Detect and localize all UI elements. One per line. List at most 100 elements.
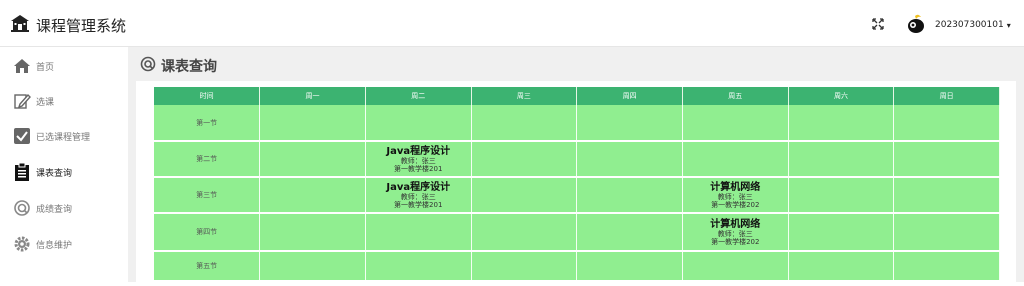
course-room: 第一教学楼201 (394, 164, 443, 173)
user-id: 202307300101 (935, 20, 1004, 30)
timetable-cell (682, 141, 789, 178)
timetable-cell (682, 251, 789, 282)
timetable-cell (682, 105, 789, 142)
course-teacher: 教师：张三 (717, 229, 753, 238)
main-content: 课表查询 时间 周一 周二 周三 周四 周五 周六 周日 第一节 第二节 Java程… (128, 47, 1024, 286)
course-cell[interactable]: 计算机网络 教师：张三 第一教学楼202 (682, 177, 789, 214)
course-name: Java程序设计 (386, 145, 451, 157)
timetable-cell (576, 141, 683, 178)
column-header: 周一 (259, 87, 366, 105)
timetable-cell (893, 141, 1000, 178)
app-title: 课程管理系统 (36, 16, 127, 35)
timetable-cell (365, 105, 472, 142)
table-row: 第三节 Java程序设计 教师：张三 第一教学楼201 计算机网络 教师：张三 第一教学楼2… (154, 177, 1000, 214)
column-header: 周二 (365, 87, 472, 105)
search-icon (12, 198, 32, 218)
page-title: 课表查询 (161, 59, 217, 75)
column-header: 周五 (682, 87, 789, 105)
course-room: 第一教学楼202 (711, 237, 760, 246)
time-slot-cell: 第三节 (154, 177, 261, 214)
clipboard-icon (12, 162, 32, 182)
home-icon (12, 56, 32, 76)
timetable-cell (788, 251, 895, 282)
column-header: 时间 (154, 87, 261, 105)
top-bar: 课程管理系统 202307300101 ▾ (0, 0, 1024, 47)
search-icon (140, 56, 156, 76)
course-room: 第一教学楼202 (711, 200, 760, 209)
sidebar-item-label: 课表查询 (36, 168, 73, 179)
course-name: 计算机网络 (710, 218, 761, 230)
timetable-cell (259, 177, 366, 214)
avatar (905, 12, 927, 38)
timetable-cell (893, 213, 1000, 252)
course-name: Java程序设计 (386, 181, 451, 193)
timetable: 时间 周一 周二 周三 周四 周五 周六 周日 第一节 第二节 Java程序设计 教师… (154, 87, 1000, 282)
timetable-body: 第一节 第二节 Java程序设计 教师：张三 第一教学楼201 第三节 Java程序设计 教师… (154, 105, 1000, 282)
course-teacher: 教师：张三 (400, 156, 436, 165)
table-row: 第二节 Java程序设计 教师：张三 第一教学楼201 (154, 141, 1000, 178)
timetable-cell (259, 105, 366, 142)
edit-icon (12, 91, 32, 111)
timetable-cell (471, 177, 578, 214)
sidebar-item-label: 选课 (36, 97, 55, 108)
sidebar-item-label: 已选课程管理 (36, 132, 91, 143)
course-cell[interactable]: Java程序设计 教师：张三 第一教学楼201 (365, 141, 472, 178)
table-row: 第五节 (154, 251, 1000, 282)
sidebar-item-label: 信息维护 (36, 240, 73, 251)
chevron-down-icon: ▾ (1006, 20, 1011, 30)
timetable-cell (576, 177, 683, 214)
timetable-cell (259, 251, 366, 282)
sidebar-item-selected-courses[interactable]: 已选课程管理 (12, 126, 90, 146)
timetable-cell (893, 105, 1000, 142)
sidebar: 首页 选课 已选课程管理 课表查询 成绩查询 信息维护 (0, 47, 128, 282)
time-slot-cell: 第二节 (154, 141, 261, 178)
timetable-cell (471, 105, 578, 142)
timetable-cell (576, 251, 683, 282)
page-header: 课表查询 (140, 56, 217, 76)
course-teacher: 教师：张三 (717, 192, 753, 201)
column-header: 周日 (893, 87, 1000, 105)
course-cell[interactable]: Java程序设计 教师：张三 第一教学楼201 (365, 177, 472, 214)
school-logo-icon (10, 14, 30, 36)
sidebar-item-timetable[interactable]: 课表查询 (12, 162, 72, 182)
sidebar-item-label: 首页 (36, 62, 55, 73)
column-header: 周六 (788, 87, 895, 105)
table-row: 第四节 计算机网络 教师：张三 第一教学楼202 (154, 213, 1000, 252)
timetable-cell (576, 213, 683, 252)
column-header: 周三 (471, 87, 578, 105)
time-slot-cell: 第四节 (154, 213, 261, 252)
sidebar-item-home[interactable]: 首页 (12, 56, 54, 76)
timetable-cell (893, 251, 1000, 282)
timetable-header-row: 时间 周一 周二 周三 周四 周五 周六 周日 (154, 87, 1000, 105)
timetable-cell (259, 141, 366, 178)
timetable-cell (259, 213, 366, 252)
timetable-cell (471, 251, 578, 282)
sidebar-item-info[interactable]: 信息维护 (12, 234, 72, 254)
time-slot-cell: 第一节 (154, 105, 261, 142)
brand[interactable]: 课程管理系统 (10, 14, 126, 36)
timetable-cell (893, 177, 1000, 214)
table-row: 第一节 (154, 105, 1000, 142)
time-slot-cell: 第五节 (154, 251, 261, 282)
timetable-cell (471, 141, 578, 178)
course-cell[interactable]: 计算机网络 教师：张三 第一教学楼202 (682, 213, 789, 252)
timetable-cell (471, 213, 578, 252)
timetable-cell (788, 105, 895, 142)
user-menu[interactable]: 202307300101 ▾ (905, 12, 1011, 38)
check-square-icon (12, 126, 32, 146)
timetable-cell (365, 213, 472, 252)
sidebar-item-select-course[interactable]: 选课 (12, 91, 54, 111)
column-header: 周四 (576, 87, 683, 105)
timetable-cell (365, 251, 472, 282)
timetable-panel: 时间 周一 周二 周三 周四 周五 周六 周日 第一节 第二节 Java程序设计 教师… (136, 81, 1016, 286)
timetable-cell (788, 177, 895, 214)
fullscreen-icon[interactable] (871, 16, 885, 30)
timetable-cell (788, 141, 895, 178)
timetable-cell (576, 105, 683, 142)
course-teacher: 教师：张三 (400, 192, 436, 201)
timetable-cell (788, 213, 895, 252)
course-name: 计算机网络 (710, 181, 761, 193)
gear-icon (12, 234, 32, 254)
sidebar-item-grades[interactable]: 成绩查询 (12, 198, 72, 218)
sidebar-item-label: 成绩查询 (36, 204, 73, 215)
